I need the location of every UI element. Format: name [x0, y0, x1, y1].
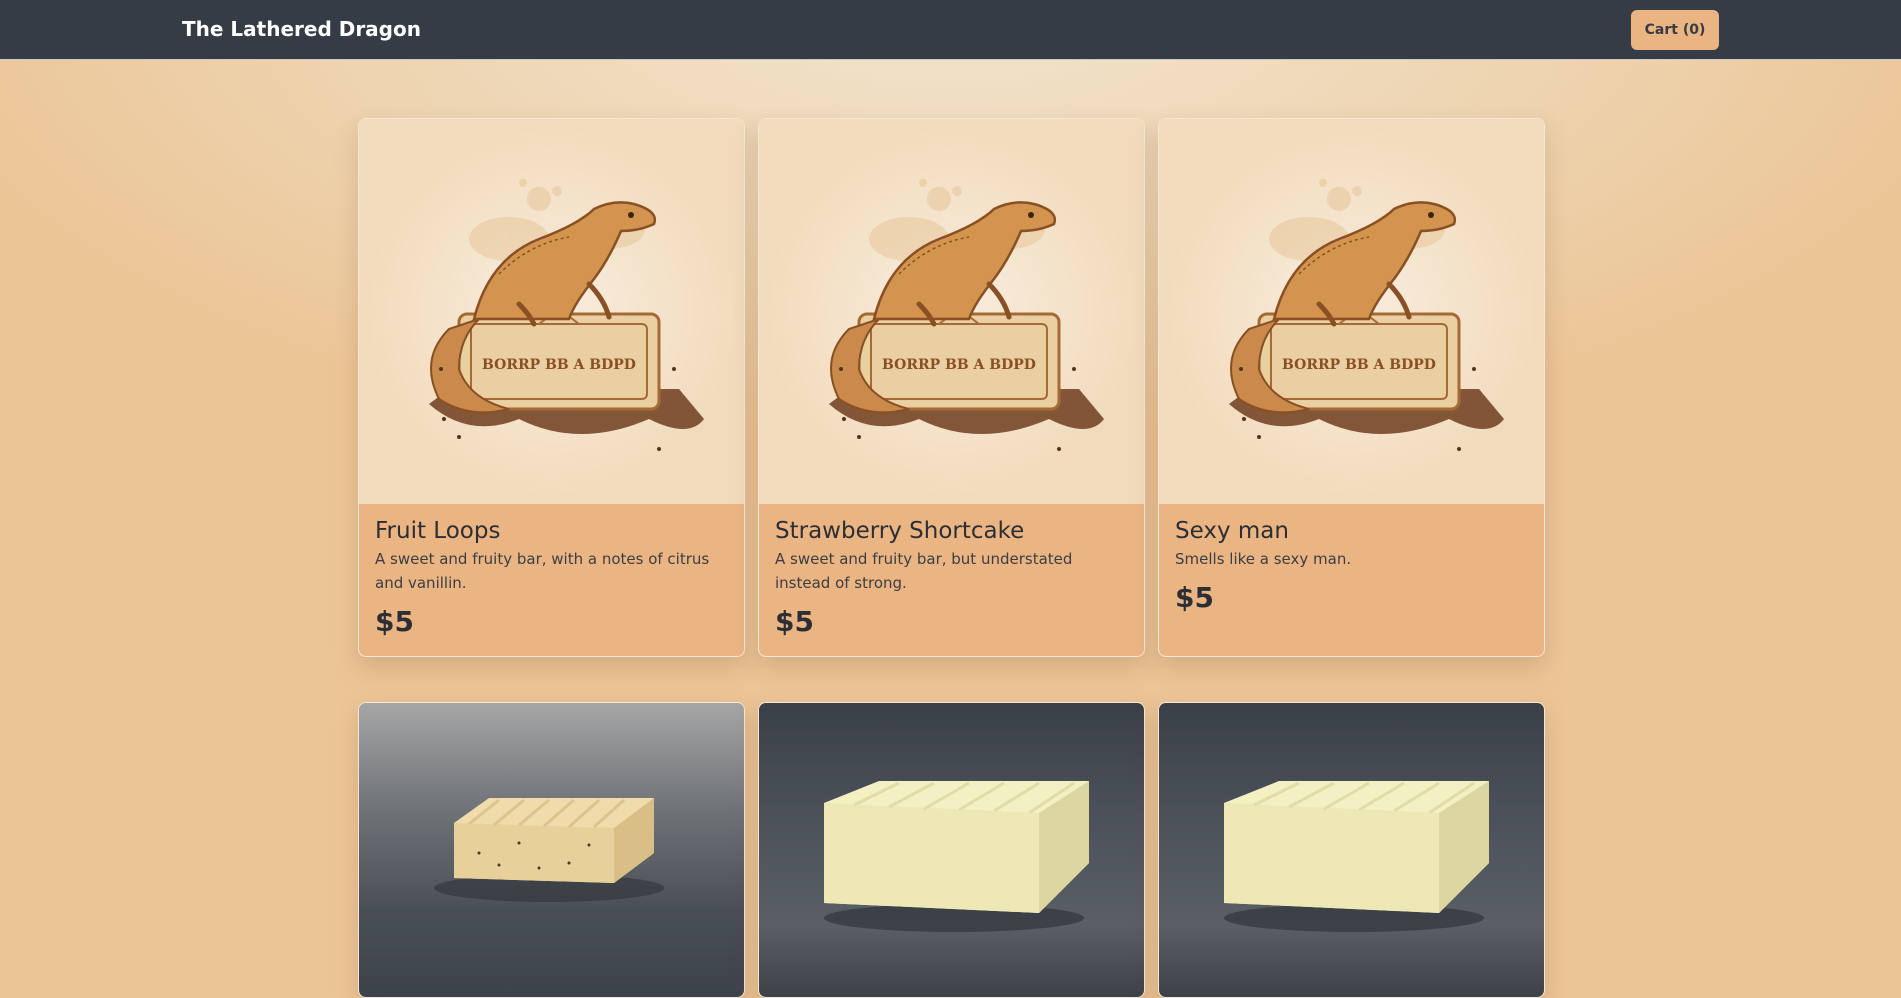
- product-image[interactable]: [359, 703, 744, 997]
- product-image[interactable]: BORRP BB A BDPD: [1159, 119, 1544, 504]
- product-image[interactable]: BORRP BB A BDPD: [759, 119, 1144, 504]
- lizard-soap-illustration: BORRP BB A BDPD: [429, 179, 704, 451]
- lizard-soap-illustration: BORRP BB A BDPD: [1229, 179, 1504, 451]
- plain-soap-bar-photo: [1224, 781, 1489, 932]
- product-price: $5: [375, 605, 414, 638]
- product-card-fruit-loops[interactable]: BORRP BB A BDPD Fruit Loops A sweet and …: [358, 118, 745, 657]
- brand-title[interactable]: The Lathered Dragon: [182, 17, 421, 41]
- speckled-soap-bar-photo: [434, 798, 664, 902]
- product-name[interactable]: Sexy man: [1175, 516, 1528, 546]
- product-image[interactable]: [759, 703, 1144, 997]
- lizard-soap-illustration: BORRP BB A BDPD: [829, 179, 1104, 451]
- product-description: A sweet and fruity bar, with a notes of …: [375, 550, 710, 592]
- navbar: The Lathered Dragon Cart (0): [0, 0, 1901, 60]
- plain-soap-bar-photo: [824, 781, 1089, 932]
- cart-button[interactable]: Cart (0): [1631, 10, 1719, 50]
- product-card[interactable]: [758, 702, 1145, 998]
- soap-label-text: BORRP BB A BDPD: [1282, 357, 1436, 373]
- product-card-sexy-man[interactable]: BORRP BB A BDPD Sexy man Smells like a s…: [1158, 118, 1545, 657]
- product-card-strawberry-shortcake[interactable]: BORRP BB A BDPD Strawberry Shortcake A s…: [758, 118, 1145, 657]
- soap-label-text: BORRP BB A BDPD: [482, 357, 636, 373]
- product-description: A sweet and fruity bar, but understated …: [775, 550, 1073, 592]
- product-name[interactable]: Strawberry Shortcake: [775, 516, 1128, 546]
- product-image[interactable]: [1159, 703, 1544, 997]
- product-price: $5: [775, 605, 814, 638]
- product-description: Smells like a sexy man.: [1175, 550, 1352, 568]
- soap-label-text: BORRP BB A BDPD: [882, 357, 1036, 373]
- product-card[interactable]: [1158, 702, 1545, 998]
- product-card[interactable]: [358, 702, 745, 998]
- product-name[interactable]: Fruit Loops: [375, 516, 728, 546]
- product-image[interactable]: BORRP BB A BDPD: [359, 119, 744, 504]
- product-price: $5: [1175, 581, 1214, 614]
